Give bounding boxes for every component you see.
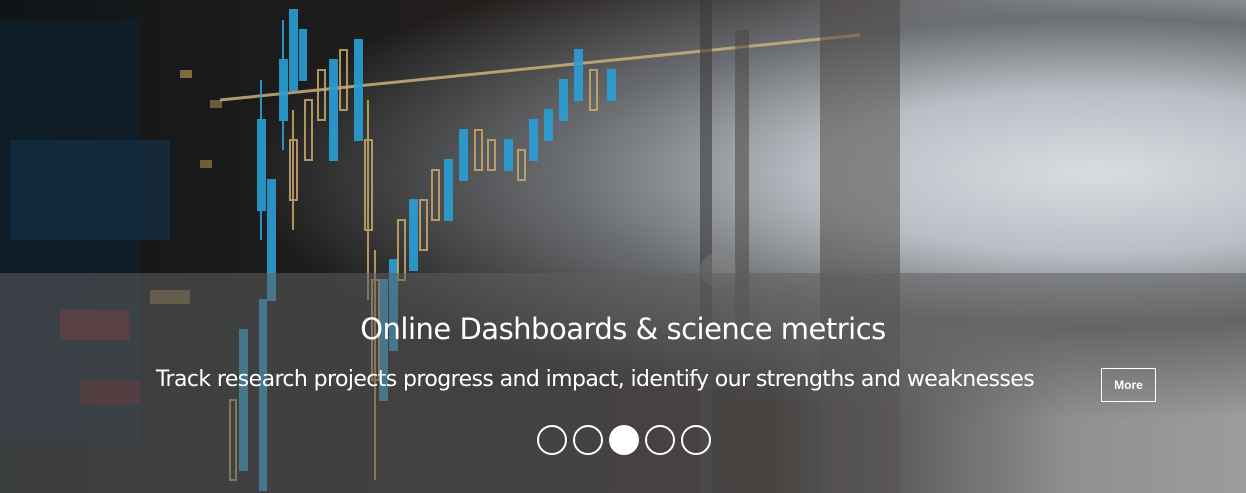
slide-title: Online Dashboards & science metrics	[360, 312, 886, 346]
carousel-dot-1[interactable]	[537, 425, 567, 455]
carousel-indicators	[537, 425, 717, 455]
hero-carousel: Online Dashboards & science metrics Trac…	[0, 0, 1246, 493]
carousel-dot-3[interactable]	[609, 425, 639, 455]
carousel-dot-5[interactable]	[681, 425, 711, 455]
slide-subtitle: Track research projects progress and imp…	[155, 367, 1035, 392]
carousel-dot-2[interactable]	[573, 425, 603, 455]
carousel-dot-4[interactable]	[645, 425, 675, 455]
more-button[interactable]: More	[1101, 368, 1156, 402]
